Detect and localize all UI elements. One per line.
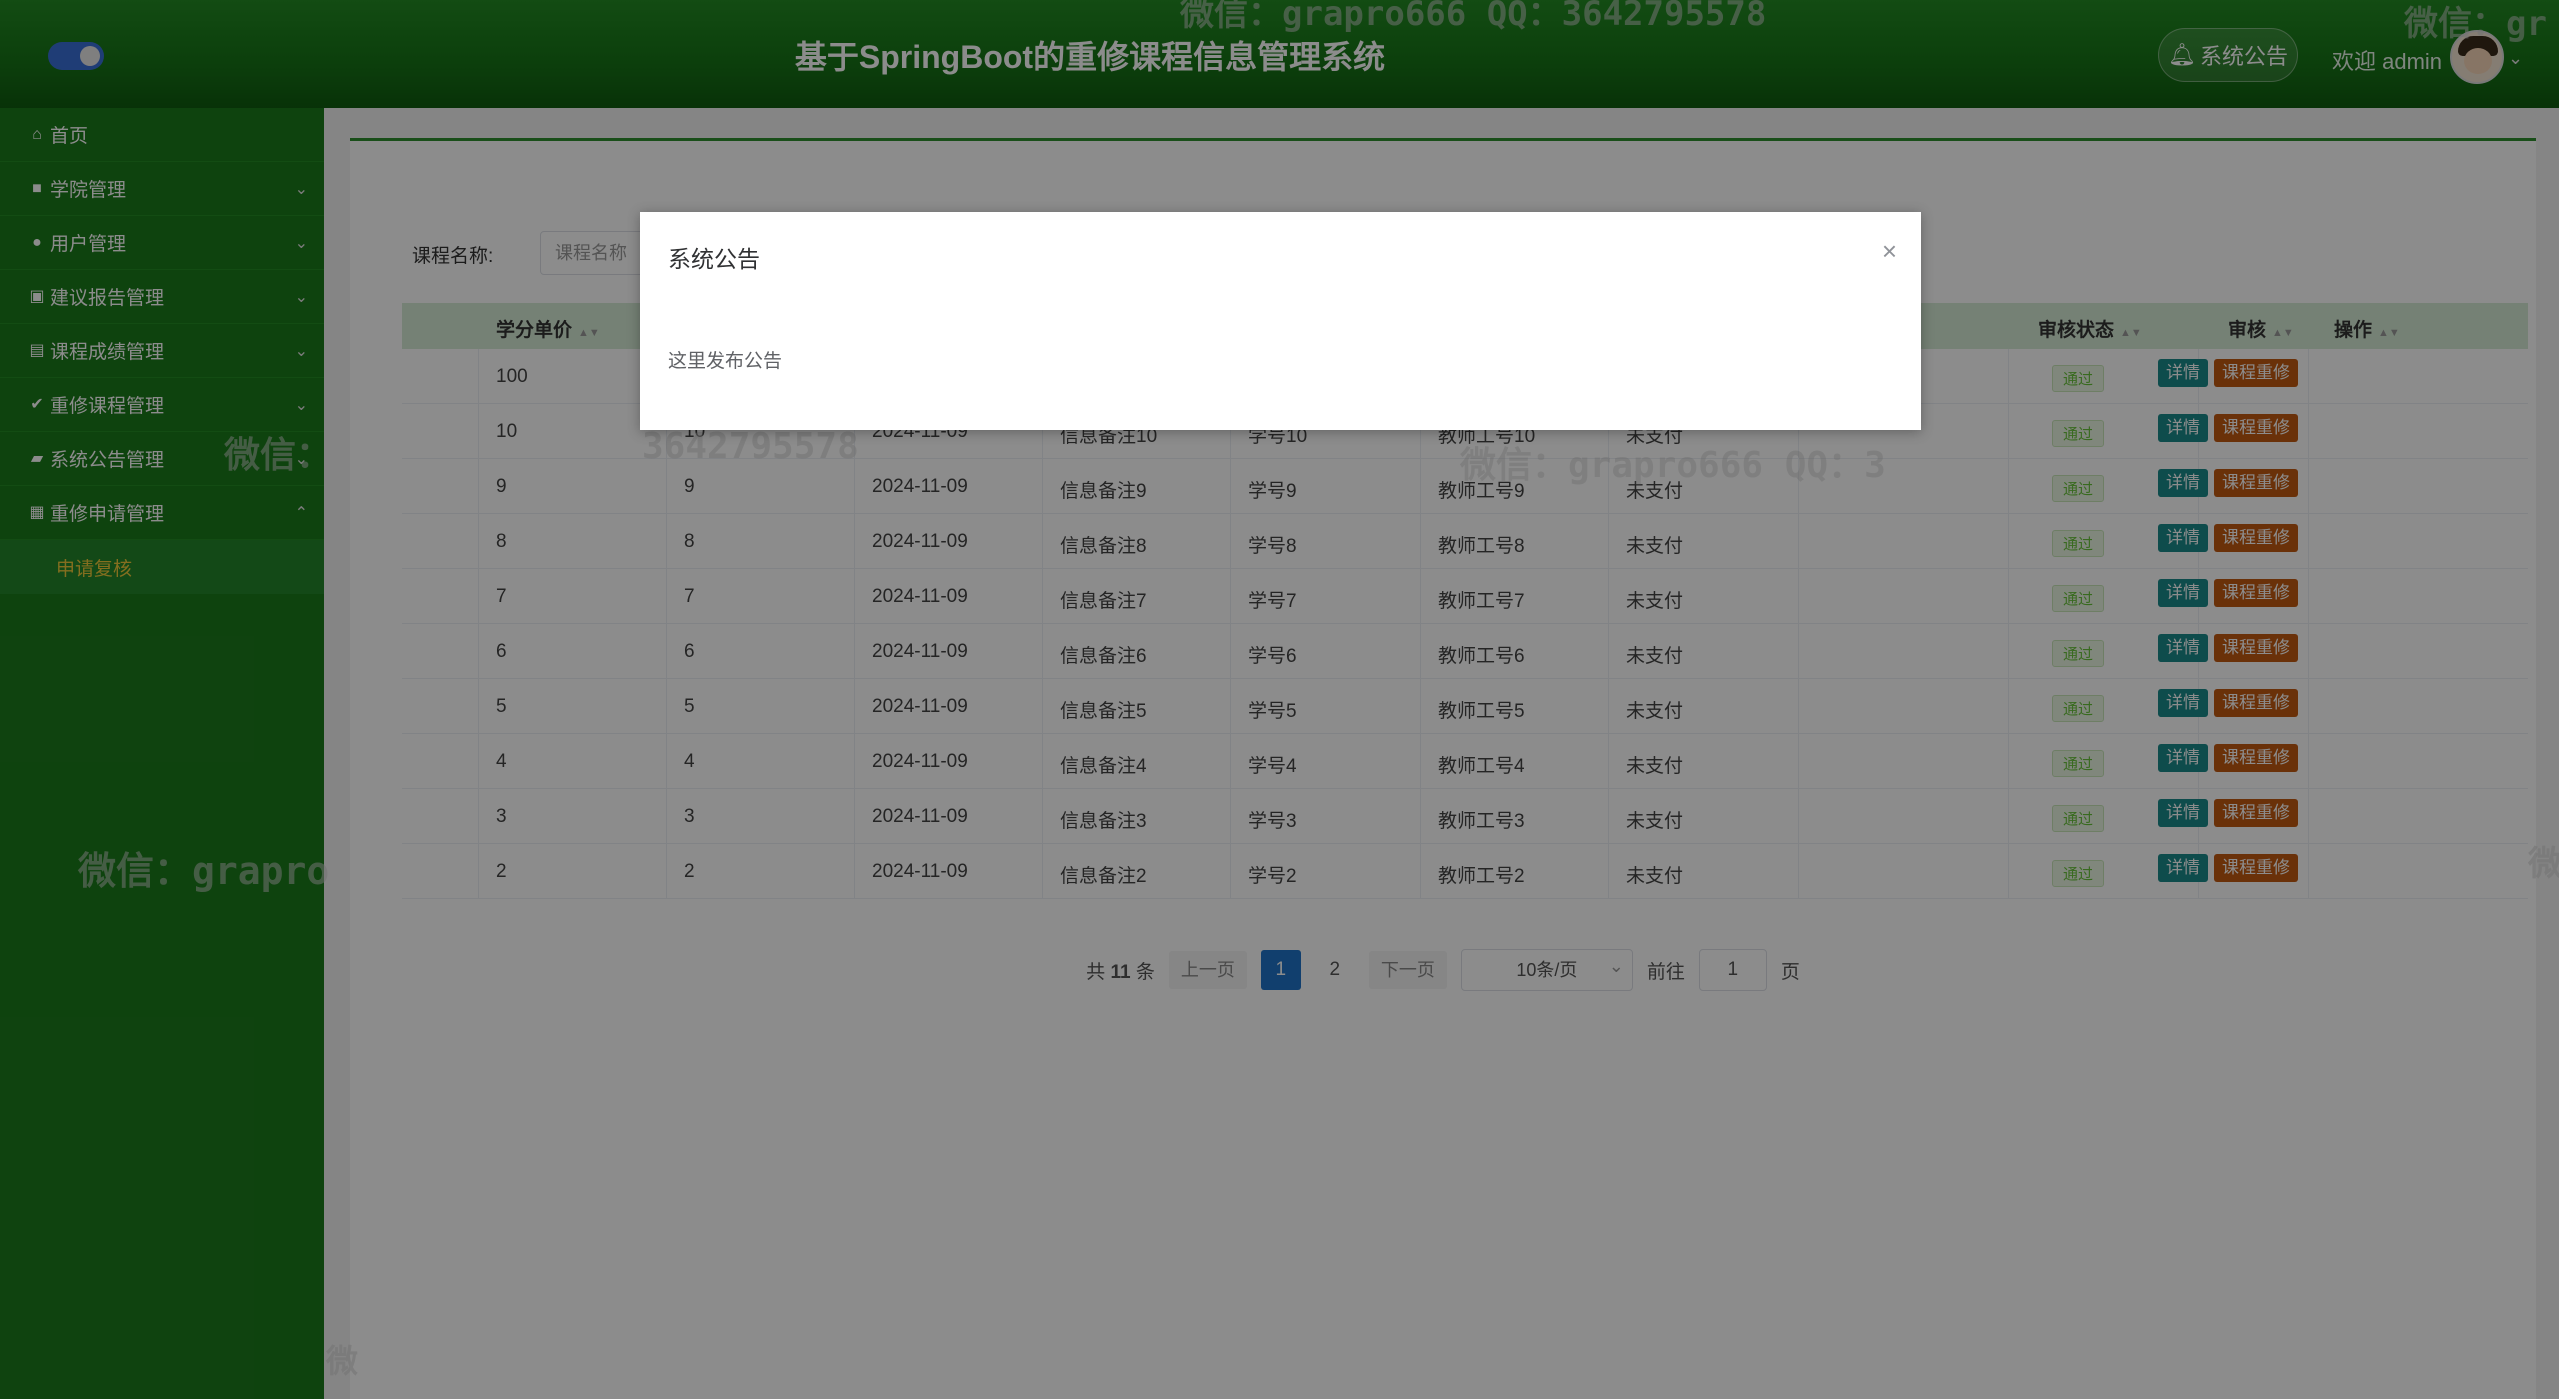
dialog-body: 这里发布公告 xyxy=(668,351,783,372)
close-icon[interactable]: × xyxy=(1882,236,1897,267)
modal-overlay[interactable] xyxy=(0,0,2559,1399)
dialog-title: 系统公告 xyxy=(668,246,760,272)
notice-dialog: 系统公告 × 这里发布公告 xyxy=(640,212,1921,430)
